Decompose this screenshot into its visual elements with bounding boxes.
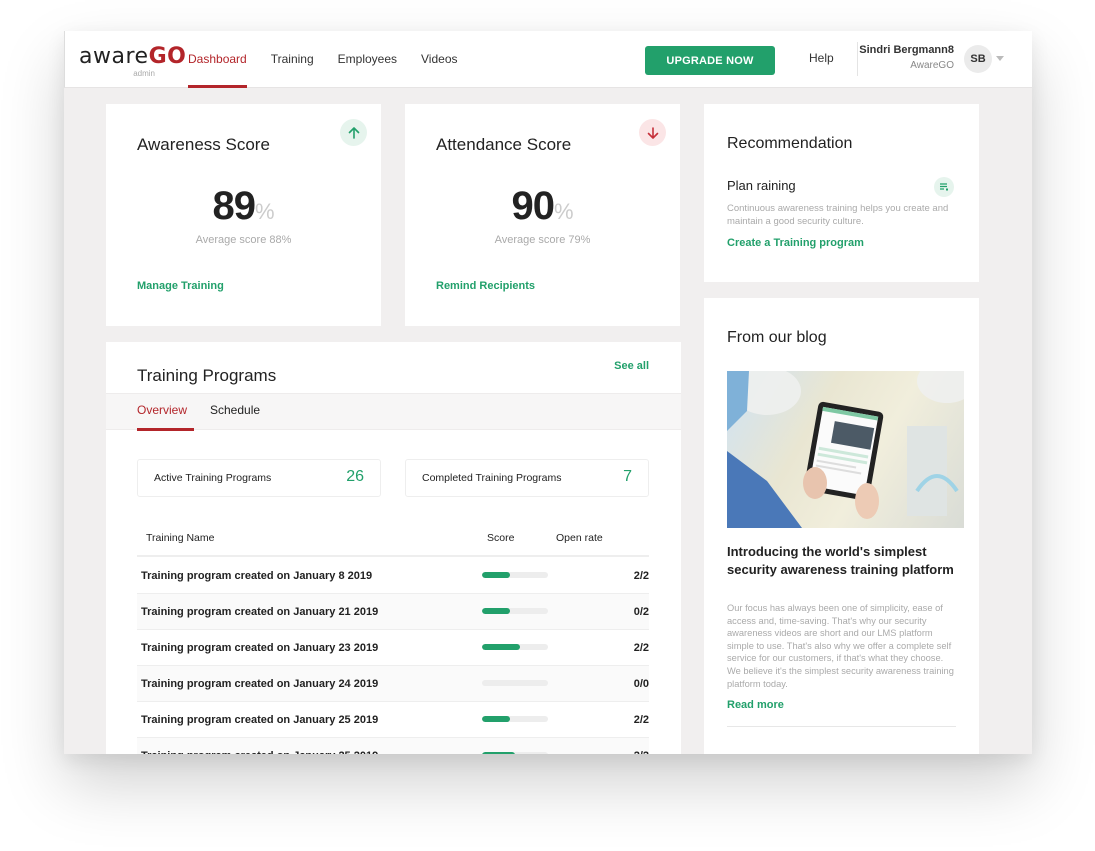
attendance-average: Average score 79% xyxy=(494,234,591,246)
score-progress-fill xyxy=(482,716,511,722)
training-name: Training program created on January 24 2… xyxy=(141,678,379,690)
attendance-score-value: 90% xyxy=(405,184,680,229)
remind-recipients-link[interactable]: Remind Recipients xyxy=(436,280,535,292)
score-unit: % xyxy=(254,199,275,224)
top-navigation-bar: awareGO admin Dashboard Training Employe… xyxy=(64,31,1032,88)
arrow-up-icon xyxy=(340,119,367,146)
awareness-average: Average score 88% xyxy=(195,234,292,246)
main-nav: Dashboard Training Employees Videos xyxy=(188,31,482,88)
arrow-down-icon xyxy=(639,119,666,146)
score-progress-bar xyxy=(482,644,548,650)
training-name: Training program created on January 8 20… xyxy=(141,570,373,582)
nav-item-employees[interactable]: Employees xyxy=(338,31,397,88)
recommendation-description: Continuous awareness training helps you … xyxy=(727,203,949,227)
awarego-logo[interactable]: awareGO admin xyxy=(79,44,186,79)
logo-subtitle: admin xyxy=(133,69,155,78)
read-more-link[interactable]: Read more xyxy=(727,699,784,711)
table-row[interactable]: Training program created on January 25 2… xyxy=(137,738,649,754)
score-progress-fill xyxy=(482,644,521,650)
tab-schedule[interactable]: Schedule xyxy=(210,403,260,417)
user-menu-chevron-down-icon[interactable] xyxy=(996,56,1004,61)
nav-item-dashboard[interactable]: Dashboard xyxy=(188,31,247,88)
blog-divider xyxy=(727,726,956,727)
open-rate: 0/0 xyxy=(633,678,649,690)
active-tab-indicator xyxy=(137,428,194,431)
table-header: Training Name Score Open rate xyxy=(137,525,649,557)
playlist-icon xyxy=(934,177,954,197)
open-rate: 2/2 xyxy=(633,642,649,654)
recommendation-title: Recommendation xyxy=(727,135,853,152)
training-programs-title: Training Programs xyxy=(137,366,277,385)
app-window: awareGO admin Dashboard Training Employe… xyxy=(64,31,1032,754)
training-name: Training program created on January 21 2… xyxy=(141,606,379,618)
score-number: 90 xyxy=(511,184,554,228)
score-number: 89 xyxy=(212,184,255,228)
stat-label: Completed Training Programs xyxy=(422,472,562,484)
attendance-score-title: Attendance Score xyxy=(436,135,572,154)
recommendation-card: Recommendation Plan raining Continuous a… xyxy=(704,104,979,282)
manage-training-link[interactable]: Manage Training xyxy=(137,280,224,292)
awareness-score-title: Awareness Score xyxy=(137,135,270,154)
open-rate: 0/2 xyxy=(633,606,649,618)
header-divider xyxy=(857,42,858,76)
score-progress-bar xyxy=(482,572,548,578)
nav-item-training[interactable]: Training xyxy=(271,31,314,88)
see-all-link[interactable]: See all xyxy=(614,360,649,372)
blog-excerpt: Our focus has always been one of simplic… xyxy=(727,603,954,689)
recommendation-subtitle: Plan raining xyxy=(727,178,796,193)
tab-overview[interactable]: Overview xyxy=(137,403,187,417)
stat-value: 26 xyxy=(346,468,364,485)
blog-section-title: From our blog xyxy=(727,329,827,346)
column-header-score[interactable]: Score xyxy=(487,532,514,544)
training-programs-tabs: Overview Schedule xyxy=(106,393,681,431)
training-name: Training program created on January 23 2… xyxy=(141,642,379,654)
active-programs-stat: Active Training Programs 26 xyxy=(137,459,381,497)
table-row[interactable]: Training program created on January 21 2… xyxy=(137,594,649,630)
open-rate: 2/2 xyxy=(633,714,649,726)
create-training-program-link[interactable]: Create a Training program xyxy=(727,237,864,249)
open-rate: 2/2 xyxy=(634,750,649,754)
attendance-score-card: Attendance Score 90% Average score 79% R… xyxy=(405,104,680,326)
table-row[interactable]: Training program created on January 24 2… xyxy=(137,666,649,702)
user-organization: AwareGO xyxy=(910,60,954,71)
table-row[interactable]: Training program created on January 8 20… xyxy=(137,558,649,594)
blog-card: From our blog Introducing the world's si… xyxy=(704,298,979,754)
logo-go: GO xyxy=(148,44,187,69)
column-header-name[interactable]: Training Name xyxy=(146,532,214,544)
blog-headline[interactable]: Introducing the world's simplest securit… xyxy=(727,543,957,578)
training-programs-card: Training Programs See all Overview Sched… xyxy=(106,342,681,754)
training-name: Training program created on January 25 2… xyxy=(141,750,378,754)
open-rate: 2/2 xyxy=(633,570,649,582)
score-unit: % xyxy=(553,199,574,224)
score-progress-fill xyxy=(482,608,510,614)
help-link[interactable]: Help xyxy=(809,51,834,65)
table-row[interactable]: Training program created on January 23 2… xyxy=(137,630,649,666)
awareness-score-value: 89% xyxy=(106,184,381,229)
stat-value: 7 xyxy=(623,468,632,485)
score-progress-fill xyxy=(482,752,515,754)
completed-programs-stat: Completed Training Programs 7 xyxy=(405,459,649,497)
logo-text: aware xyxy=(79,44,149,69)
blog-image[interactable] xyxy=(727,371,964,528)
training-name: Training program created on January 25 2… xyxy=(141,714,379,726)
score-progress-bar xyxy=(482,608,548,614)
user-avatar[interactable]: SB xyxy=(964,45,992,73)
nav-item-videos[interactable]: Videos xyxy=(421,31,457,88)
table-row[interactable]: Training program created on January 25 2… xyxy=(137,702,649,738)
column-header-open-rate[interactable]: Open rate xyxy=(556,532,603,544)
user-name[interactable]: Sindri Bergmann8 xyxy=(859,44,954,56)
score-progress-fill xyxy=(482,572,510,578)
awareness-score-card: Awareness Score 89% Average score 88% Ma… xyxy=(106,104,381,326)
score-progress-bar xyxy=(482,716,548,722)
stat-label: Active Training Programs xyxy=(154,472,272,484)
score-progress-bar xyxy=(482,752,548,754)
upgrade-now-button[interactable]: UPGRADE NOW xyxy=(645,46,775,75)
score-progress-bar xyxy=(482,680,548,686)
